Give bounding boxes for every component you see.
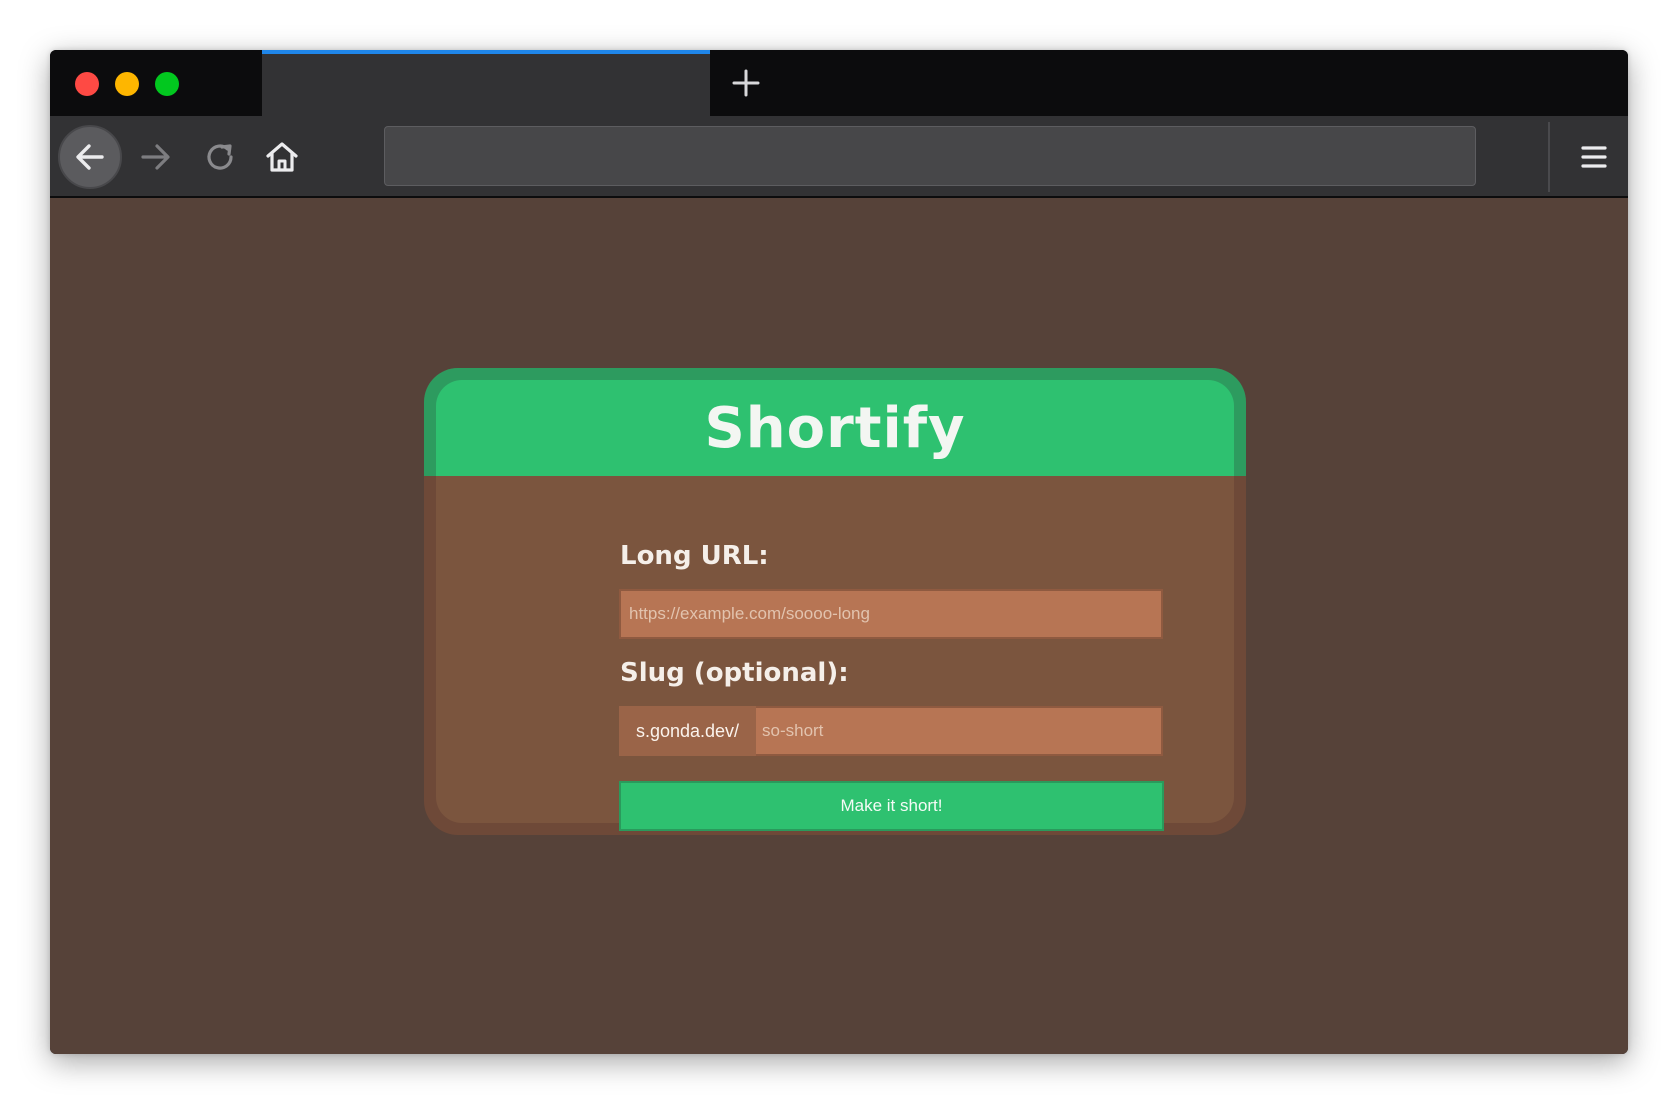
toolbar-separator: [1548, 122, 1550, 192]
window-maximize-button[interactable]: [155, 72, 179, 96]
card-header: Shortify: [436, 380, 1234, 476]
hamburger-menu-icon: [1581, 146, 1607, 168]
window-minimize-button[interactable]: [115, 72, 139, 96]
card-header-border: Shortify: [424, 368, 1246, 476]
long-url-label: Long URL:: [620, 541, 769, 571]
app-title: Shortify: [704, 395, 966, 461]
page-content: Shortify Long URL: Slug (optional): s.go…: [50, 198, 1628, 1054]
home-icon: [266, 142, 298, 172]
forward-button[interactable]: [124, 125, 188, 189]
address-bar[interactable]: [384, 126, 1476, 186]
browser-window: Shortify Long URL: Slug (optional): s.go…: [50, 50, 1628, 1054]
window-close-button[interactable]: [75, 72, 99, 96]
arrow-right-icon: [141, 144, 170, 170]
reload-icon: [207, 144, 233, 170]
tab-active-indicator: [262, 50, 710, 54]
menu-button[interactable]: [1570, 128, 1618, 186]
slug-input[interactable]: [756, 706, 1163, 756]
plus-icon: [732, 69, 760, 97]
slug-prefix: s.gonda.dev/: [619, 706, 756, 756]
tab-strip: [50, 50, 1628, 116]
new-tab-button[interactable]: [726, 65, 766, 101]
make-short-button[interactable]: Make it short!: [619, 781, 1164, 831]
browser-tab-active[interactable]: [262, 50, 710, 116]
slug-label: Slug (optional):: [620, 658, 849, 688]
navigation-toolbar: [50, 116, 1628, 198]
home-button[interactable]: [250, 125, 314, 189]
long-url-input[interactable]: [619, 589, 1163, 639]
reload-button[interactable]: [188, 125, 252, 189]
arrow-left-icon: [76, 144, 104, 170]
back-button[interactable]: [58, 125, 122, 189]
